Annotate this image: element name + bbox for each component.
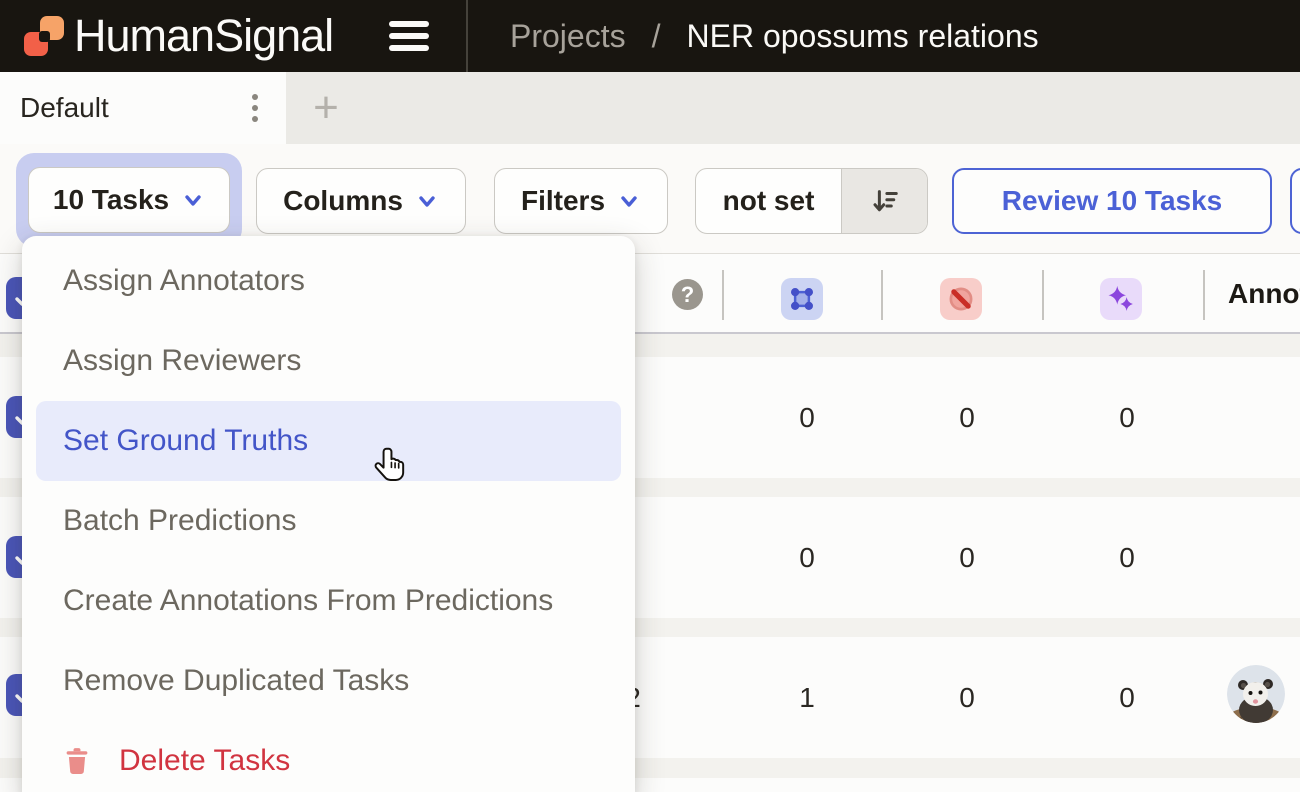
column-cancelled[interactable] xyxy=(940,278,982,320)
cell-annotations: 0 xyxy=(767,357,847,478)
predictions-sparkles-icon xyxy=(1106,284,1136,314)
tasks-actions-menu: Assign Annotators Assign Reviewers Set G… xyxy=(22,236,635,792)
menu-item-remove-duplicated-tasks[interactable]: Remove Duplicated Tasks xyxy=(22,641,635,721)
cancelled-annotations-icon xyxy=(945,283,977,315)
menu-item-assign-annotators[interactable]: Assign Annotators xyxy=(22,241,635,321)
top-bar: HumanSignal Projects / NER opossums rela… xyxy=(0,0,1300,72)
filters-button-label: Filters xyxy=(521,185,605,217)
topbar-divider xyxy=(466,0,468,72)
menu-item-create-annotations-from-predictions[interactable]: Create Annotations From Predictions xyxy=(22,561,635,641)
cell-cancelled: 0 xyxy=(927,637,1007,758)
column-predictions[interactable] xyxy=(1100,278,1142,320)
tab-default[interactable]: Default xyxy=(0,72,286,144)
columns-button-label: Columns xyxy=(283,185,403,217)
breadcrumb-separator: / xyxy=(652,18,661,55)
column-divider xyxy=(722,270,724,320)
ordering-value-label: not set xyxy=(723,185,815,217)
next-action-button-partial[interactable] xyxy=(1290,168,1300,234)
breadcrumb-projects-link[interactable]: Projects xyxy=(510,18,626,55)
humansignal-logo[interactable]: HumanSignal xyxy=(24,0,333,72)
add-tab-button[interactable]: + xyxy=(300,72,352,144)
menu-item-set-ground-truths[interactable]: Set Ground Truths xyxy=(36,401,621,481)
cell-predictions: 0 xyxy=(1087,357,1167,478)
tab-default-label: Default xyxy=(20,92,109,124)
opossum-photo xyxy=(1227,665,1285,723)
column-annotators-label[interactable]: Annot xyxy=(1228,278,1300,310)
column-divider xyxy=(881,270,883,320)
humansignal-logo-icon xyxy=(24,16,64,56)
columns-dropdown-button[interactable]: Columns xyxy=(256,168,466,234)
tab-options-kebab-icon[interactable] xyxy=(245,72,265,144)
chevron-down-icon xyxy=(415,189,439,213)
breadcrumb: Projects / NER opossums relations xyxy=(510,0,1039,72)
sort-direction-button[interactable] xyxy=(841,169,927,233)
column-divider xyxy=(1203,270,1205,320)
logo-notch xyxy=(39,31,50,42)
tab-strip: Default + xyxy=(0,72,1300,144)
brand-name: HumanSignal xyxy=(74,10,333,62)
cell-predictions: 0 xyxy=(1087,497,1167,618)
sort-descending-icon xyxy=(870,186,900,216)
cell-annotations: 1 xyxy=(767,637,847,758)
review-button-label: Review 10 Tasks xyxy=(1002,185,1223,217)
hamburger-menu-icon[interactable] xyxy=(389,0,433,72)
review-tasks-button[interactable]: Review 10 Tasks xyxy=(952,168,1272,234)
ordering-control: not set xyxy=(695,168,928,234)
ordering-value-button[interactable]: not set xyxy=(696,169,841,233)
cell-annotations: 0 xyxy=(767,497,847,618)
tasks-dropdown-button[interactable]: 10 Tasks xyxy=(28,167,230,233)
breadcrumb-project-name: NER opossums relations xyxy=(686,18,1038,55)
tasks-button-focus-ring: 10 Tasks xyxy=(16,153,242,247)
column-annotations[interactable] xyxy=(781,278,823,320)
chevron-down-icon xyxy=(181,188,205,212)
menu-item-batch-predictions[interactable]: Batch Predictions xyxy=(22,481,635,561)
cell-cancelled: 0 xyxy=(927,357,1007,478)
tasks-button-label: 10 Tasks xyxy=(53,184,169,216)
data-manager-screen: HumanSignal Projects / NER opossums rela… xyxy=(0,0,1300,792)
trash-icon xyxy=(63,746,91,776)
menu-item-delete-tasks[interactable]: Delete Tasks xyxy=(22,721,635,792)
cell-predictions: 0 xyxy=(1087,637,1167,758)
menu-item-assign-reviewers[interactable]: Assign Reviewers xyxy=(22,321,635,401)
filters-dropdown-button[interactable]: Filters xyxy=(494,168,668,234)
annotator-avatar-opossum[interactable] xyxy=(1227,665,1285,723)
annotations-icon xyxy=(787,284,817,314)
help-icon[interactable]: ? xyxy=(672,279,703,310)
chevron-down-icon xyxy=(617,189,641,213)
plus-icon: + xyxy=(313,83,339,132)
column-divider xyxy=(1042,270,1044,320)
cell-cancelled: 0 xyxy=(927,497,1007,618)
